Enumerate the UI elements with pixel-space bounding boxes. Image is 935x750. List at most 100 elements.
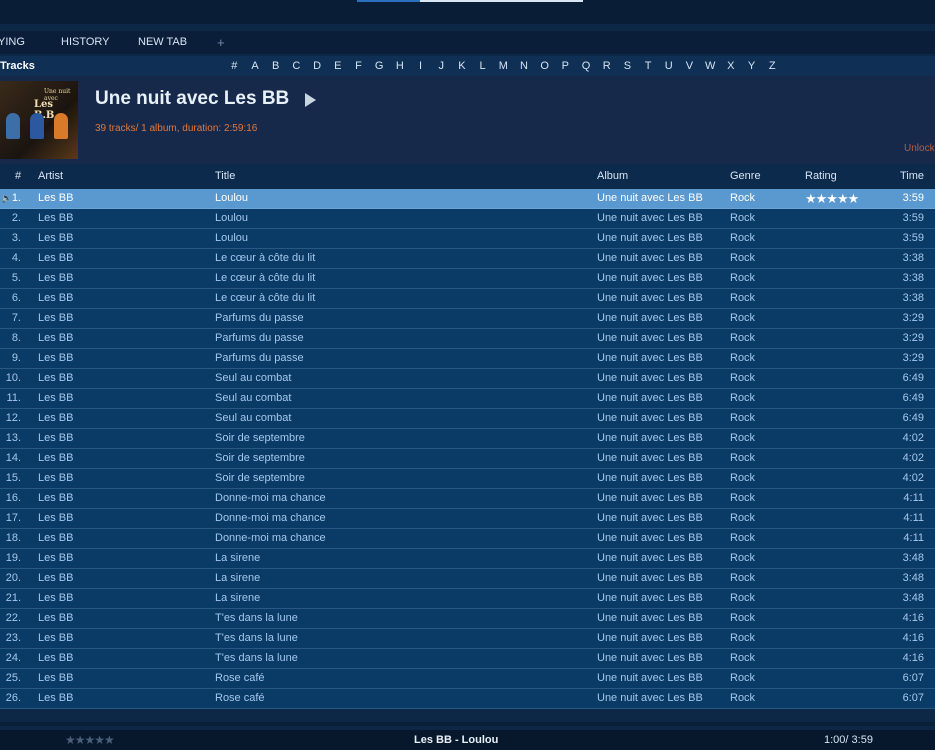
tab-history[interactable]: HISTORY bbox=[61, 31, 110, 54]
album-cover[interactable]: Une nuit avec Les B.B. bbox=[0, 81, 78, 159]
table-row[interactable]: 26. Les BB Rose café Une nuit avec Les BB Ro… bbox=[0, 689, 935, 709]
speaker-icon: 🔈 bbox=[1, 193, 13, 203]
table-row[interactable]: 20. Les BB La sirene Une nuit avec Les BB Ro… bbox=[0, 569, 935, 589]
playback-time: 1:00/ 3:59 bbox=[824, 734, 873, 746]
table-row[interactable]: 23. Les BB T'es dans la lune Une nuit avec … bbox=[0, 629, 935, 649]
track-genre: Rock bbox=[730, 652, 756, 664]
alphabet-letter[interactable]: H bbox=[390, 56, 411, 76]
alphabet-letter[interactable]: W bbox=[700, 56, 721, 76]
alphabet-letter[interactable]: # bbox=[224, 56, 245, 76]
column-time[interactable]: Time bbox=[900, 164, 924, 188]
alphabet-letter[interactable]: Y bbox=[741, 56, 762, 76]
table-row[interactable]: 11. Les BB Seul au combat Une nuit avec Les… bbox=[0, 389, 935, 409]
track-title: Donne-moi ma chance bbox=[215, 512, 326, 524]
alphabet-letter[interactable]: T bbox=[638, 56, 659, 76]
alphabet-letter[interactable]: O bbox=[534, 56, 555, 76]
alphabet-letter[interactable]: Z bbox=[762, 56, 783, 76]
tab-now-playing[interactable]: YING bbox=[0, 31, 25, 54]
alphabet-letter[interactable]: Q bbox=[576, 56, 597, 76]
alphabet-letter[interactable]: N bbox=[514, 56, 535, 76]
table-row[interactable]: 15. Les BB Soir de septembre Une nuit avec … bbox=[0, 469, 935, 489]
track-title: Seul au combat bbox=[215, 412, 292, 424]
track-number: 3. bbox=[11, 232, 21, 244]
track-title: Seul au combat bbox=[215, 392, 292, 404]
alphabet-letter[interactable]: G bbox=[369, 56, 390, 76]
alphabet-letter[interactable]: M bbox=[493, 56, 514, 76]
column-genre[interactable]: Genre bbox=[730, 164, 761, 188]
track-time: 3:59 bbox=[902, 192, 924, 204]
table-row[interactable]: 24. Les BB T'es dans la lune Une nuit avec … bbox=[0, 649, 935, 669]
alphabet-letter[interactable]: C bbox=[286, 56, 307, 76]
table-row[interactable]: 5. Les BB Le cœur à côte du lit Une nuit av… bbox=[0, 269, 935, 289]
alphabet-letter[interactable]: U bbox=[658, 56, 679, 76]
alphabet-letter[interactable]: R bbox=[596, 56, 617, 76]
track-artist: Les BB bbox=[38, 612, 74, 624]
track-artist: Les BB bbox=[38, 572, 74, 584]
track-time: 3:29 bbox=[902, 332, 924, 344]
track-album: Une nuit avec Les BB bbox=[597, 552, 703, 564]
table-row[interactable]: 9. Les BB Parfums du passe Une nuit avec Le… bbox=[0, 349, 935, 369]
track-artist: Les BB bbox=[38, 272, 74, 284]
alphabet-letter[interactable]: S bbox=[617, 56, 638, 76]
track-rating[interactable]: ★★★★★ bbox=[805, 189, 859, 208]
add-tab-button[interactable]: + bbox=[217, 31, 225, 54]
cover-figure bbox=[30, 113, 44, 139]
table-row[interactable]: 18. Les BB Donne-moi ma chance Une nuit ave… bbox=[0, 529, 935, 549]
alphabet-letter[interactable]: A bbox=[245, 56, 266, 76]
table-row[interactable]: 12. Les BB Seul au combat Une nuit avec Les… bbox=[0, 409, 935, 429]
table-row[interactable]: 25. Les BB Rose café Une nuit avec Les BB Ro… bbox=[0, 669, 935, 689]
alphabet-letter[interactable]: K bbox=[452, 56, 473, 76]
track-number: 14. bbox=[5, 452, 21, 464]
track-number: 8. bbox=[11, 332, 21, 344]
column-title[interactable]: Title bbox=[215, 164, 235, 188]
alphabet-letter[interactable]: P bbox=[555, 56, 576, 76]
table-row[interactable]: 2. Les BB Loulou Une nuit avec Les BB Rock 3:… bbox=[0, 209, 935, 229]
album-title: Une nuit avec Les BB bbox=[95, 88, 290, 109]
alphabet-letter[interactable]: J bbox=[431, 56, 452, 76]
table-row[interactable]: 21. Les BB La sirene Une nuit avec Les BB Ro… bbox=[0, 589, 935, 609]
table-row[interactable]: 3. Les BB Loulou Une nuit avec Les BB Rock 3:… bbox=[0, 229, 935, 249]
alphabet-letter[interactable]: E bbox=[327, 56, 348, 76]
track-album: Une nuit avec Les BB bbox=[597, 452, 703, 464]
alphabet-letter[interactable]: F bbox=[348, 56, 369, 76]
table-row[interactable]: 14. Les BB Soir de septembre Une nuit avec … bbox=[0, 449, 935, 469]
alphabet-letter[interactable]: I bbox=[410, 56, 431, 76]
table-row[interactable]: 13. Les BB Soir de septembre Une nuit avec … bbox=[0, 429, 935, 449]
play-icon[interactable] bbox=[305, 93, 316, 107]
track-time: 3:48 bbox=[902, 552, 924, 564]
alphabet-letter[interactable]: B bbox=[265, 56, 286, 76]
track-genre: Rock bbox=[730, 592, 756, 604]
track-album: Une nuit avec Les BB bbox=[597, 292, 703, 304]
tab-new-tab[interactable]: NEW TAB bbox=[138, 31, 187, 54]
track-title: Soir de septembre bbox=[215, 432, 305, 444]
track-artist: Les BB bbox=[38, 592, 74, 604]
table-row[interactable]: 4. Les BB Le cœur à côte du lit Une nuit av… bbox=[0, 249, 935, 269]
alphabet-letter[interactable]: L bbox=[472, 56, 493, 76]
now-playing-rating[interactable]: ★★★★★ bbox=[65, 730, 115, 750]
track-artist: Les BB bbox=[38, 692, 74, 704]
table-row[interactable]: 🔈 1. Les BB Loulou Une nuit avec Les BB Rock ★… bbox=[0, 189, 935, 209]
column-album[interactable]: Album bbox=[597, 164, 628, 188]
alphabet-letter[interactable]: D bbox=[307, 56, 328, 76]
track-genre: Rock bbox=[730, 232, 756, 244]
table-row[interactable]: 10. Les BB Seul au combat Une nuit avec Les… bbox=[0, 369, 935, 389]
alphabet-letter[interactable]: X bbox=[721, 56, 742, 76]
table-row[interactable]: 19. Les BB La sirene Une nuit avec Les BB Ro… bbox=[0, 549, 935, 569]
table-row[interactable]: 22. Les BB T'es dans la lune Une nuit avec … bbox=[0, 609, 935, 629]
track-genre: Rock bbox=[730, 392, 756, 404]
track-artist: Les BB bbox=[38, 312, 74, 324]
table-row[interactable]: 7. Les BB Parfums du passe Une nuit avec Le… bbox=[0, 309, 935, 329]
playback-progress[interactable] bbox=[357, 0, 583, 2]
table-row[interactable]: 8. Les BB Parfums du passe Une nuit avec Le… bbox=[0, 329, 935, 349]
column-artist[interactable]: Artist bbox=[38, 164, 63, 188]
table-row[interactable]: 6. Les BB Le cœur à côte du lit Une nuit av… bbox=[0, 289, 935, 309]
column-rating[interactable]: Rating bbox=[805, 164, 837, 188]
alphabet-letter[interactable]: V bbox=[679, 56, 700, 76]
section-title: Tracks bbox=[0, 60, 35, 72]
column-num[interactable]: # bbox=[15, 164, 21, 188]
unlock-link[interactable]: Unlock bbox=[904, 143, 935, 154]
table-row[interactable]: 17. Les BB Donne-moi ma chance Une nuit ave… bbox=[0, 509, 935, 529]
track-genre: Rock bbox=[730, 552, 756, 564]
track-album: Une nuit avec Les BB bbox=[597, 392, 703, 404]
table-row[interactable]: 16. Les BB Donne-moi ma chance Une nuit ave… bbox=[0, 489, 935, 509]
